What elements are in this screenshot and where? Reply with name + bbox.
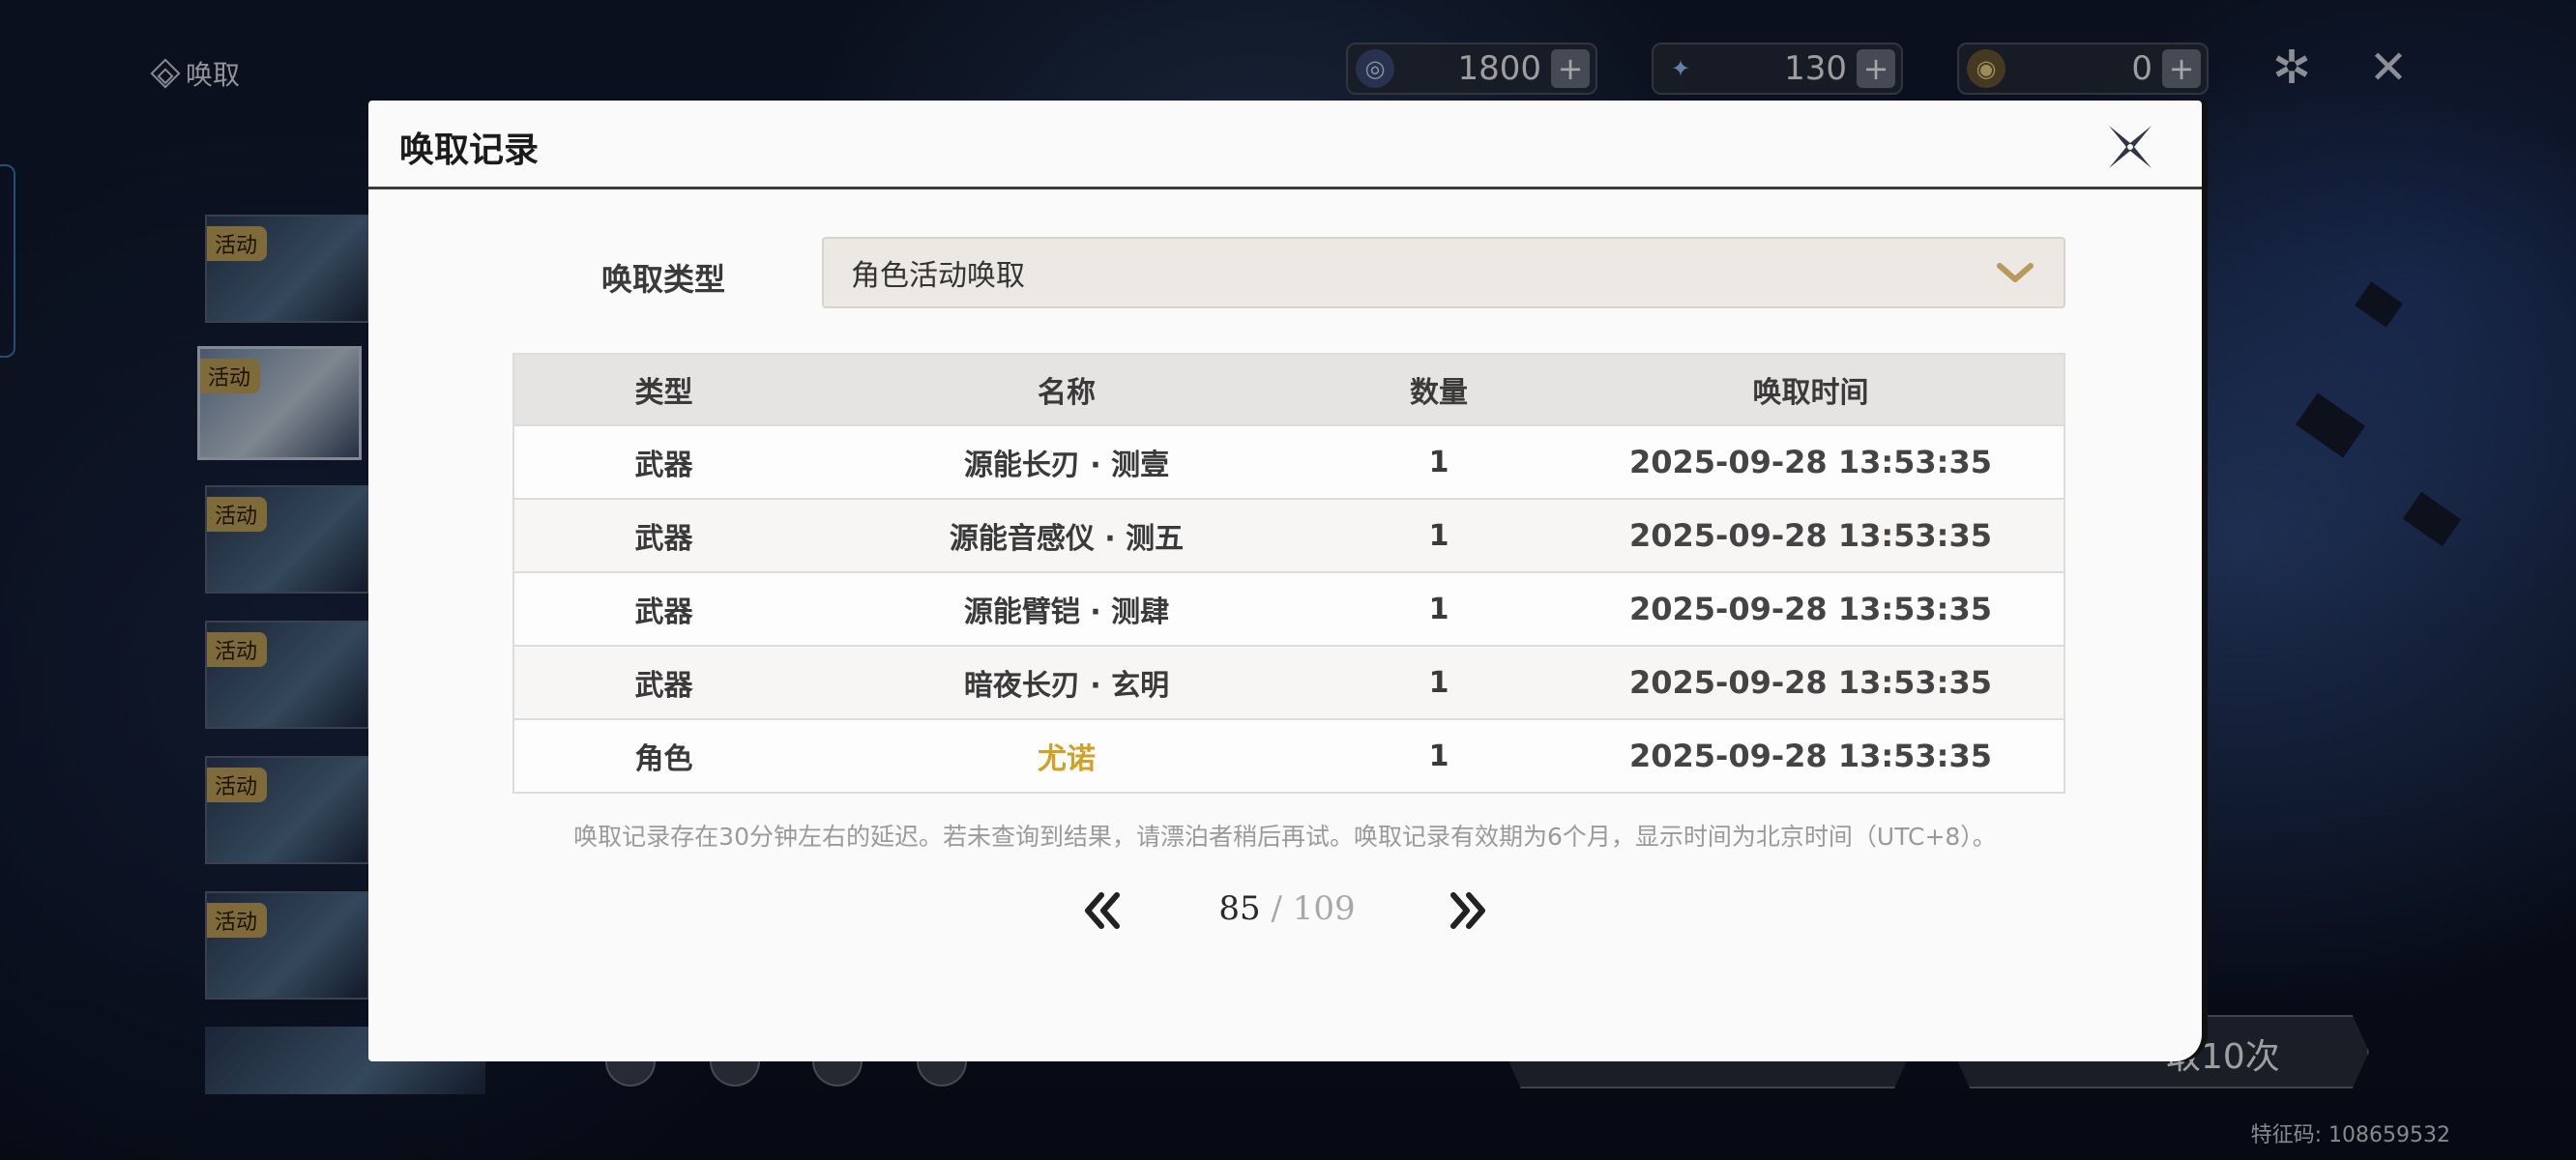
table-row: 武器 源能长刃 · 测壹 1 2025-09-28 13:53:35 [513,425,2064,500]
cell-name: 源能臂铠 · 测肆 [813,572,1320,647]
cell-type: 角色 [513,719,813,794]
cell-qty: 1 [1320,425,1558,500]
cell-type: 武器 [513,425,813,500]
next-page-icon[interactable] [1440,882,1498,940]
col-type: 类型 [513,354,813,426]
delay-notice: 唤取记录存在30分钟左右的延迟。若未查询到结果，请漂泊者稍后再试。唤取记录有效期… [573,823,1997,851]
cell-qty: 1 [1320,646,1558,720]
cell-type: 武器 [513,499,813,573]
cell-time: 2025-09-28 13:53:35 [1558,425,2064,500]
pagination: 85 / 109 [368,882,2202,940]
table-row: 武器 源能音感仪 · 测五 1 2025-09-28 13:53:35 [513,499,2064,573]
cell-time: 2025-09-28 13:53:35 [1558,646,2064,720]
table-row: 武器 源能臂铠 · 测肆 1 2025-09-28 13:53:35 [513,572,2064,647]
dropdown-selected-value: 角色活动唤取 [851,259,1025,293]
cell-name: 源能长刃 · 测壹 [813,425,1320,500]
cell-time: 2025-09-28 13:53:35 [1558,719,2064,794]
cell-type: 武器 [513,646,813,720]
convene-type-dropdown[interactable]: 角色活动唤取 [822,237,2065,308]
prev-page-icon[interactable] [1072,882,1130,940]
convene-history-dialog: 唤取记录 唤取类型 角色活动唤取 类型 名称 数量 唤取时间 武器 源能长刃 ·… [368,101,2202,1061]
col-qty: 数量 [1320,354,1558,426]
cell-qty: 1 [1320,499,1558,573]
page-indicator: 85 / 109 [1171,889,1403,928]
page-separator: / [1271,889,1282,928]
cell-qty: 1 [1320,572,1558,647]
dialog-title: 唤取记录 [399,130,540,170]
current-page: 85 [1218,889,1261,928]
dialog-header: 唤取记录 [368,101,2202,189]
table-row: 武器 暗夜长刃 · 玄明 1 2025-09-28 13:53:35 [513,646,2064,720]
cell-name-highlight: 尤诺 [813,719,1320,794]
col-time: 唤取时间 [1558,354,2064,426]
cell-time: 2025-09-28 13:53:35 [1558,499,2064,573]
total-pages: 109 [1292,889,1356,928]
cell-name: 暗夜长刃 · 玄明 [813,646,1320,720]
cell-qty: 1 [1320,719,1558,794]
close-icon[interactable] [2103,120,2157,174]
table-header-row: 类型 名称 数量 唤取时间 [513,354,2064,426]
cell-name: 源能音感仪 · 测五 [813,499,1320,573]
chevron-down-icon [1997,263,2034,282]
filter-label: 唤取类型 [601,261,726,298]
history-table: 类型 名称 数量 唤取时间 武器 源能长刃 · 测壹 1 2025-09-28 … [512,353,2065,794]
cell-time: 2025-09-28 13:53:35 [1558,572,2064,647]
table-row: 角色 尤诺 1 2025-09-28 13:53:35 [513,719,2064,794]
col-name: 名称 [813,354,1320,426]
cell-type: 武器 [513,572,813,647]
